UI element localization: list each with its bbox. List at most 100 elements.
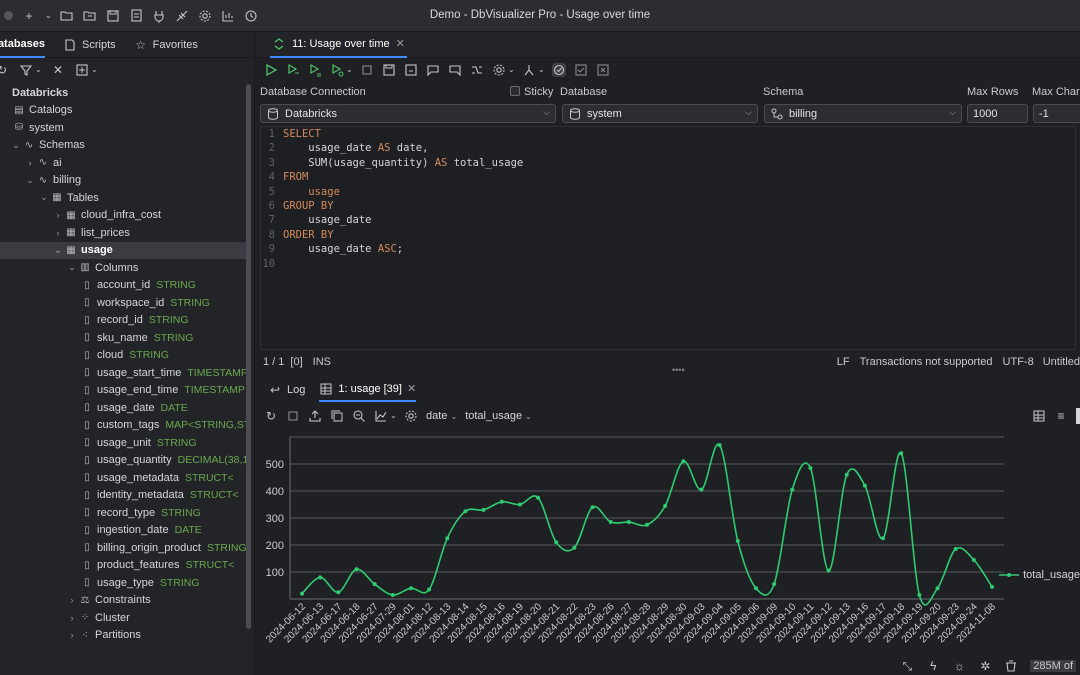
grid-view-icon[interactable] xyxy=(1032,409,1046,423)
tree-node[interactable]: ⌄ ▦ usage xyxy=(0,241,246,259)
list-view-icon[interactable]: ≡ xyxy=(1054,409,1068,423)
tab-databases[interactable]: Databases xyxy=(0,32,46,58)
tree-node[interactable]: › ⁖ Partitions xyxy=(0,627,246,645)
tree-node[interactable]: › ▦ list_prices xyxy=(0,224,246,242)
tree-node[interactable]: ▯ identity_metadata STRUCT< xyxy=(0,487,246,505)
tree-node[interactable]: ▯ product_features STRUCT< xyxy=(0,557,246,575)
tree-node[interactable]: ▯ record_id STRING xyxy=(0,312,246,330)
line-ending[interactable]: LF xyxy=(837,356,850,368)
chevron-down-icon[interactable]: ⌄ xyxy=(346,63,353,77)
stop-icon[interactable] xyxy=(286,409,300,423)
schema-select[interactable]: billing ⌵ xyxy=(764,104,962,123)
disconnect-icon[interactable] xyxy=(175,9,189,23)
chevron-down-icon[interactable]: ⌄ xyxy=(52,245,64,256)
save-as-icon[interactable] xyxy=(404,63,418,77)
chevron-down-icon[interactable]: ⌄ xyxy=(45,9,52,23)
history-icon[interactable] xyxy=(244,9,258,23)
navigator-scrollbar[interactable] xyxy=(246,84,251,629)
tree-node[interactable]: Databricks xyxy=(0,84,246,102)
tab-scripts[interactable]: Scripts xyxy=(63,32,116,58)
gear-icon[interactable] xyxy=(492,63,506,77)
sql-editor[interactable]: 1 SELECT 2 usage_date AS date, 3 SUM(usage_… xyxy=(260,126,1076,350)
connection-select[interactable]: Databricks ⌵ xyxy=(260,104,556,123)
chevron-down-icon[interactable]: ⌄ xyxy=(38,192,50,203)
tree-node[interactable]: ▯ ingestion_date DATE xyxy=(0,522,246,540)
stop-icon[interactable] xyxy=(360,63,374,77)
tree-node[interactable]: ▯ usage_end_time TIMESTAMP xyxy=(0,382,246,400)
chevron-down-icon[interactable]: ⌄ xyxy=(35,63,42,77)
tree-node[interactable]: ▯ usage_metadata STRUCT< xyxy=(0,469,246,487)
tree-node[interactable]: › ∿ ai xyxy=(0,154,246,172)
chevron-down-icon[interactable]: ⌄ xyxy=(538,63,545,77)
auto-commit-icon[interactable] xyxy=(552,63,566,77)
tab-log[interactable]: ↩ Log xyxy=(268,377,305,402)
chevron-right-icon[interactable]: › xyxy=(66,613,78,623)
y-column-select[interactable]: total_usage ⌄ xyxy=(465,410,532,422)
chart-view-toggle[interactable] xyxy=(1076,408,1080,424)
tree-node[interactable]: ▯ billing_origin_product STRING xyxy=(0,539,246,557)
check-icon[interactable] xyxy=(574,63,588,77)
encoding[interactable]: UTF-8 xyxy=(1003,356,1034,368)
database-select[interactable]: system ⌵ xyxy=(562,104,758,123)
commit-icon[interactable] xyxy=(426,63,440,77)
tree-node[interactable]: ▯ custom_tags MAP<STRING,STRING> xyxy=(0,417,246,435)
save-script-icon[interactable] xyxy=(382,63,396,77)
tree-node[interactable]: ▯ usage_date DATE xyxy=(0,399,246,417)
tree-node[interactable]: ▯ usage_type STRING xyxy=(0,574,246,592)
execute-icon[interactable] xyxy=(264,63,278,77)
tree-node[interactable]: ⌄ ▥ Columns xyxy=(0,259,246,277)
trash-icon[interactable] xyxy=(1004,659,1018,673)
tree-node[interactable]: ▯ sku_name STRING xyxy=(0,329,246,347)
window-dot[interactable] xyxy=(4,11,13,20)
tree-node[interactable]: › ⁘ Cluster xyxy=(0,609,246,627)
sparkle-icon[interactable]: ✲ xyxy=(978,659,992,673)
chart-type-icon[interactable] xyxy=(374,409,388,423)
execute-buffer-icon[interactable] xyxy=(308,63,322,77)
tree-node[interactable]: ⌄ ∿ Schemas xyxy=(0,137,246,155)
tree-node[interactable]: ⛁ system xyxy=(0,119,246,137)
zoom-icon[interactable] xyxy=(352,409,366,423)
collapse-arrows-icon[interactable]: ⤡ xyxy=(900,659,914,673)
tree-node[interactable]: ⌄ ▦ Tables xyxy=(0,189,246,207)
sticky-checkbox[interactable] xyxy=(510,86,520,96)
tree-node[interactable]: ▯ workspace_id STRING xyxy=(0,294,246,312)
chevron-right-icon[interactable]: › xyxy=(66,630,78,640)
collapse-icon[interactable]: ✕ xyxy=(51,63,65,77)
gear-icon[interactable] xyxy=(404,409,418,423)
chevron-down-icon[interactable]: ⌄ xyxy=(66,262,78,273)
execute-explain-icon[interactable] xyxy=(330,63,344,77)
add-icon[interactable]: + xyxy=(22,9,36,23)
export-icon[interactable] xyxy=(308,409,322,423)
format-sql-icon[interactable] xyxy=(470,63,484,77)
tree-node[interactable]: ▤ Catalogs xyxy=(0,102,246,120)
chart-icon[interactable] xyxy=(221,9,235,23)
max-chars-input[interactable]: -1 xyxy=(1033,104,1080,123)
chevron-down-icon[interactable]: ⌄ xyxy=(91,63,98,77)
copy-icon[interactable] xyxy=(330,409,344,423)
rollback-icon[interactable] xyxy=(448,63,462,77)
chevron-down-icon[interactable]: ⌄ xyxy=(10,140,22,151)
chevron-down-icon[interactable]: ⌄ xyxy=(24,175,36,186)
tree-node[interactable]: ▯ usage_unit STRING xyxy=(0,434,246,452)
filter-icon[interactable] xyxy=(19,63,33,77)
tree-node[interactable]: ▯ usage_start_time TIMESTAMP xyxy=(0,364,246,382)
branch-icon[interactable] xyxy=(522,63,536,77)
tree-node[interactable]: ▯ cloud STRING xyxy=(0,347,246,365)
chevron-right-icon[interactable]: › xyxy=(66,595,78,605)
refresh-icon[interactable]: ↻ xyxy=(0,63,9,77)
splitter-handle[interactable]: •••• xyxy=(672,365,685,375)
save-all-icon[interactable] xyxy=(129,8,143,23)
close-icon[interactable]: ✕ xyxy=(396,37,405,50)
chevron-right-icon[interactable]: › xyxy=(52,228,64,238)
refresh-icon[interactable]: ↻ xyxy=(264,409,278,423)
tree-node[interactable]: ⌄ ∿ billing xyxy=(0,172,246,190)
sun-icon[interactable]: ☼ xyxy=(952,659,966,673)
chevron-right-icon[interactable]: › xyxy=(24,158,36,168)
chevron-down-icon[interactable]: ⌄ xyxy=(390,409,397,423)
tree-node[interactable]: ▯ record_type STRING xyxy=(0,504,246,522)
connect-icon[interactable] xyxy=(152,9,166,23)
cancel-icon[interactable] xyxy=(596,63,610,77)
add-object-icon[interactable] xyxy=(75,63,89,77)
open-folder-icon[interactable] xyxy=(60,9,74,23)
execute-current-icon[interactable] xyxy=(286,63,300,77)
